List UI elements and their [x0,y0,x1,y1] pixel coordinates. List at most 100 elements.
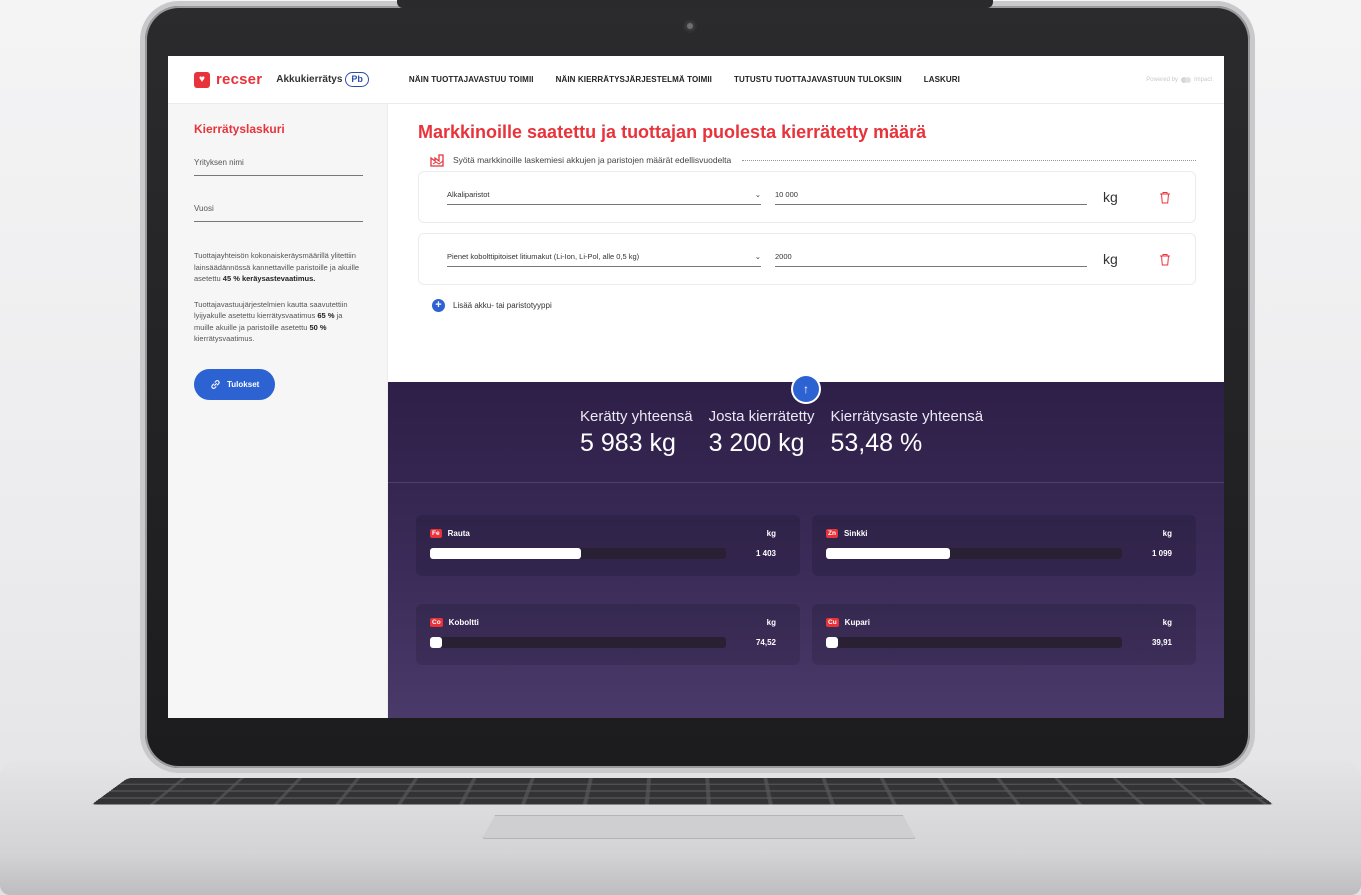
collection-note-bold: 45 % keräysastevaatimus. [222,274,316,283]
metal-bar [826,637,1122,648]
metal-card-copper: Cu Kupari kg 39,91 [812,604,1196,665]
stat-collected-label: Kerätty yhteensä [580,408,693,425]
sidebar: Kierrätyslaskuri Yrityksen nimi Vuosi Tu… [168,104,388,718]
metal-unit: kg [1162,529,1172,538]
product-label: Akkukierrätys [276,74,343,85]
add-battery-type-label: Lisää akku- tai paristotyyppi [453,301,552,310]
instruction-text: Syötä markkinoille laskemiesi akkujen ja… [453,155,732,165]
metal-value: 39,91 [1151,638,1172,647]
metal-bar-fill [430,548,581,559]
battery-type-value: Pienet kobolttipitoiset litiumakut (Li-I… [447,251,640,261]
metal-bar [430,637,726,648]
metal-bar [826,548,1122,559]
add-battery-type-button[interactable]: + Lisää akku- tai paristotyyppi [432,299,1196,312]
powered-label: Powered by [1146,76,1178,83]
trash-icon[interactable] [1159,191,1171,204]
product-name: Akkukierrätys Pb [276,72,369,87]
chem-symbol: Co [430,618,443,627]
logo[interactable]: ♥ recser [194,71,262,88]
heart-icon: ♥ [194,71,210,88]
metal-value: 74,52 [755,638,776,647]
laptop-hinge [397,0,993,8]
year-input[interactable]: Vuosi [194,204,363,222]
trash-icon[interactable] [1159,253,1171,266]
metal-bar-fill [826,548,951,559]
results-button-label: Tulokset [227,379,260,389]
unit-label: kg [1103,189,1118,205]
battery-row: Alkaliparistot ⌄ 10 000 kg [418,171,1196,223]
impact-logo-icon [1180,76,1191,83]
recycling-note-lead: 65 % [317,311,335,320]
metal-unit: kg [766,618,776,627]
quantity-input[interactable]: 2000 [775,252,1087,267]
laptop-touchpad [482,815,916,839]
powered-by: Powered by Impact [1146,76,1212,84]
recycling-note-end: kierrätysvaatimus. [194,334,255,343]
results-panel: ↑ Kerätty yhteensä 5 983 kg Josta kierrä… [388,376,1224,718]
quantity-input[interactable]: 10 000 [775,190,1087,205]
stat-recycled-label: Josta kierrätetty [708,408,815,425]
panel-divider [388,482,1224,483]
company-name-input[interactable]: Yrityksen nimi [194,158,363,176]
metal-value: 1 099 [1151,549,1172,558]
metal-card-iron: Fe Rauta kg 1 403 [416,515,800,576]
metal-header: Zn Sinkki kg [826,529,1182,538]
chem-symbol: Cu [826,618,839,627]
metal-bar-row: 1 099 [826,548,1182,559]
instruction: Syötä markkinoille laskemiesi akkujen ja… [430,153,1196,167]
stat-recycled: Josta kierrätetty 3 200 kg [709,408,815,458]
metal-bar-row: 74,52 [430,637,786,648]
stat-rate: Kierrätysaste yhteensä 53,48 % [830,408,983,458]
battery-type-select[interactable]: Pienet kobolttipitoiset litiumakut (Li-I… [447,252,761,267]
top-navigation: ♥ recser Akkukierrätys Pb NÄIN TUOTTAJAV… [168,56,1224,104]
arrow-up-icon[interactable]: ↑ [793,376,819,402]
camera-icon [683,19,697,33]
metal-bar-row: 39,91 [826,637,1182,648]
metal-name: Rauta [447,529,470,538]
sidebar-title: Kierrätyslaskuri [194,122,285,136]
nav-link-calculator[interactable]: LASKURI [924,75,960,84]
metal-bar-fill [430,637,442,648]
nav-link-how-recycling-system-works[interactable]: NÄIN KIERRÄTYSJÄRJESTELMÄ TOIMII [556,75,712,84]
collection-rate-note: Tuottajayhteisön kokonaiskeräysmäärillä … [194,250,363,285]
chem-symbol: Zn [826,529,838,538]
metal-value: 1 403 [755,549,776,558]
metal-bar-fill [826,637,838,648]
dotted-divider [742,159,1196,161]
metal-unit: kg [1162,618,1172,627]
input-section: Markkinoille saatettu ja tuottajan puole… [388,104,1224,382]
laptop-keyboard [91,778,1274,805]
metal-card-zinc: Zn Sinkki kg 1 099 [812,515,1196,576]
battery-row: Pienet kobolttipitoiset litiumakut (Li-I… [418,233,1196,285]
plus-icon: + [432,299,445,312]
page-title: Markkinoille saatettu ja tuottajan puole… [418,122,927,142]
laptop-screen: ♥ recser Akkukierrätys Pb NÄIN TUOTTAJAV… [168,56,1224,718]
logo-text: recser [216,71,263,88]
metal-bar [430,548,726,559]
nav-link-results[interactable]: TUTUSTU TUOTTAJAVASTUUN TULOKSIIN [734,75,902,84]
metal-bar-row: 1 403 [430,548,786,559]
metal-name: Koboltti [448,618,479,627]
metal-header: Cu Kupari kg [826,618,1182,627]
metal-unit: kg [766,529,776,538]
nav-link-how-producer-responsibility-works[interactable]: NÄIN TUOTTAJAVASTUU TOIMII [409,75,534,84]
chevron-down-icon: ⌄ [754,189,761,199]
link-icon [211,379,220,389]
battery-type-select[interactable]: Alkaliparistot ⌄ [447,190,761,205]
pb-badge: Pb [345,72,369,87]
powered-brand: Impact [1193,76,1212,83]
metal-header: Co Koboltti kg [430,618,786,627]
results-button[interactable]: Tulokset [194,368,276,400]
factory-icon [430,154,444,167]
chevron-down-icon: ⌄ [754,251,761,261]
recycling-note-other: 50 % [309,322,327,332]
summary-stats: Kerätty yhteensä 5 983 kg Josta kierräte… [580,408,983,458]
stat-rate-label: Kierrätysaste yhteensä [830,408,984,425]
unit-label: kg [1103,251,1118,267]
stat-collected-value: 5 983 kg [580,429,676,457]
page-layout: Kierrätyslaskuri Yrityksen nimi Vuosi Tu… [168,104,1224,718]
metal-name: Kupari [844,618,871,627]
metal-card-cobalt: Co Koboltti kg 74,52 [416,604,800,665]
recycling-rate-note: Tuottajavastuujärjestelmien kautta saavu… [194,299,363,345]
battery-type-value: Alkaliparistot [447,189,490,199]
